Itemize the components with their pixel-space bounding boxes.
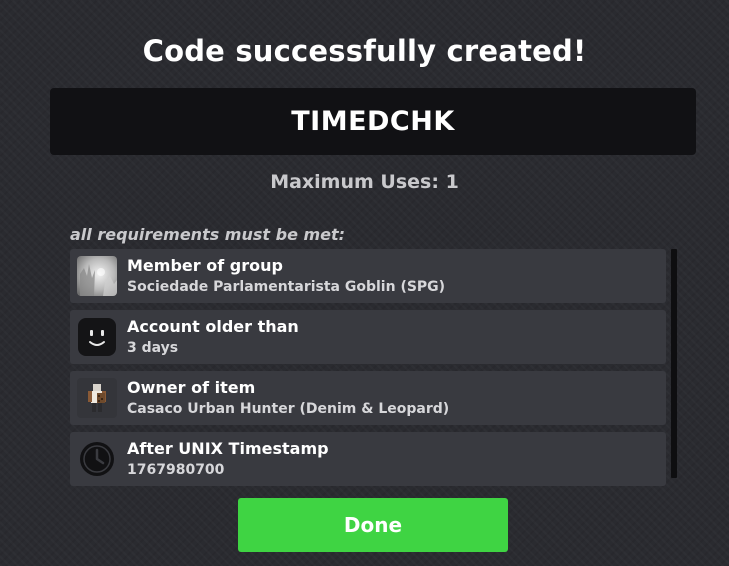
requirement-value: 3 days xyxy=(127,340,179,356)
requirement-value: Sociedade Parlamentarista Goblin (SPG) xyxy=(127,279,446,295)
requirements-scrollbar[interactable] xyxy=(671,249,677,478)
requirement-value: 1767980700 xyxy=(127,462,225,478)
group-emblem-icon xyxy=(77,256,117,296)
max-uses-label: Maximum Uses: 1 xyxy=(270,171,459,193)
code-display: TIMEDCHK xyxy=(50,88,696,155)
requirement-item-owned-item: Owner of item Casaco Urban Hunter (Denim… xyxy=(70,371,666,425)
dialog-title: Code successfully created! xyxy=(142,34,587,68)
clock-icon xyxy=(77,439,117,479)
generated-code: TIMEDCHK xyxy=(291,106,455,137)
requirement-value: Casaco Urban Hunter (Denim & Leopard) xyxy=(127,401,450,417)
requirements-heading: all requirements must be met: xyxy=(70,225,346,244)
requirement-item-account-age: Account older than 3 days xyxy=(70,310,666,364)
requirement-title: Member of group xyxy=(127,256,283,275)
requirement-item-group: Member of group Sociedade Parlamentarist… xyxy=(70,249,666,303)
done-button-label: Done xyxy=(343,513,403,537)
requirement-title: Owner of item xyxy=(127,378,256,397)
done-button[interactable]: Done xyxy=(238,498,508,552)
requirements-list[interactable]: Member of group Sociedade Parlamentarist… xyxy=(70,249,666,493)
avatar-face-icon xyxy=(77,317,117,357)
requirement-item-timestamp: After UNIX Timestamp 1767980700 xyxy=(70,432,666,486)
requirement-title: Account older than xyxy=(127,317,299,336)
requirement-title: After UNIX Timestamp xyxy=(127,439,329,458)
item-thumbnail-icon xyxy=(77,378,117,418)
